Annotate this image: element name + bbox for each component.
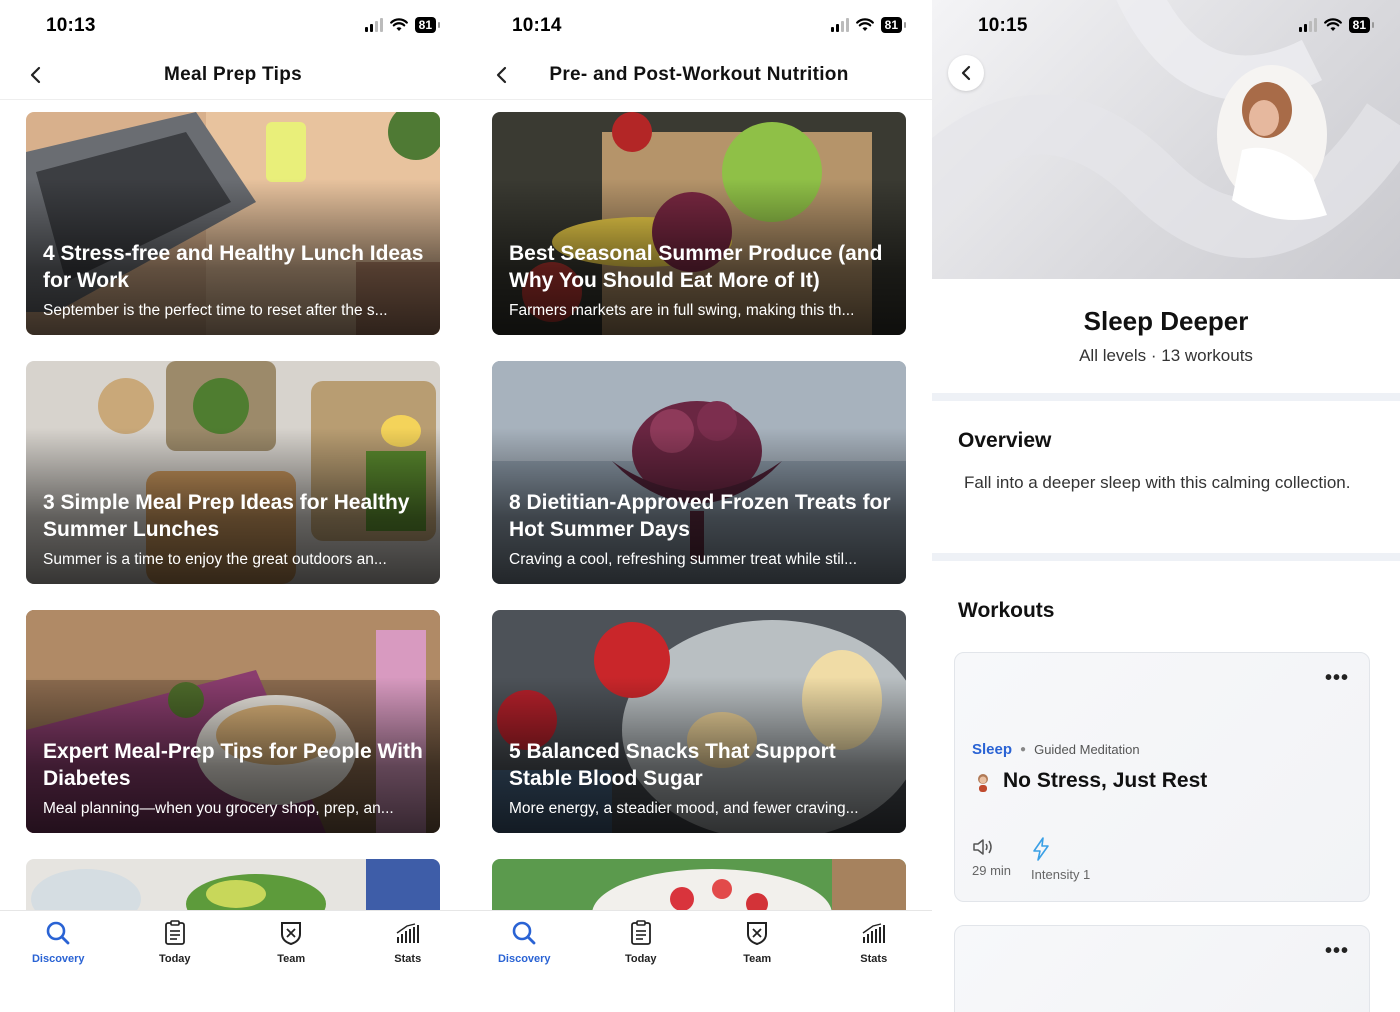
battery-icon: 81	[1348, 17, 1375, 33]
shield-icon	[743, 919, 771, 947]
lightning-bolt-icon	[1033, 837, 1049, 861]
more-options-button[interactable]: •••	[1325, 668, 1349, 688]
workout-category: Sleep	[972, 741, 1013, 758]
tab-label: Team	[743, 953, 772, 965]
tab-label: Discovery	[497, 953, 551, 965]
article-feed: 4 Stress-free and Healthy Lunch Ideas fo…	[26, 112, 440, 945]
tab-label: Today	[158, 953, 191, 965]
sleep-program-screen: 10:15 81 Sleep Deeper All levels · 13 wo…	[932, 0, 1400, 1012]
article-card[interactable]: 8 Dietitian-Approved Frozen Treats for H…	[492, 361, 906, 584]
article-card[interactable]: Best Seasonal Summer Produce (and Why Yo…	[492, 112, 906, 335]
page-title: Meal Prep Tips	[164, 64, 302, 85]
workout-duration: 29 min	[972, 863, 1012, 878]
tab-today[interactable]: Today	[117, 911, 234, 1012]
status-bar: 10:14 81	[466, 0, 932, 52]
cellular-signal-icon	[364, 18, 383, 32]
more-options-button[interactable]: •••	[1325, 941, 1349, 961]
article-title: 8 Dietitian-Approved Frozen Treats for H…	[509, 491, 891, 541]
stats-icon	[860, 919, 888, 947]
tab-discovery[interactable]: Discovery	[466, 911, 583, 1012]
article-title: 4 Stress-free and Healthy Lunch Ideas fo…	[43, 242, 424, 292]
status-time: 10:14	[512, 15, 562, 36]
tab-label: Stats	[860, 953, 888, 965]
shield-icon	[277, 919, 305, 947]
article-title: Expert Meal-Prep Tips for People With Di…	[43, 740, 423, 790]
program-title: Sleep Deeper	[1083, 306, 1249, 336]
tab-label: Stats	[394, 953, 422, 965]
workout-nutrition-screen: 10:14 81 Pre- and Post-Workout Nutrition	[466, 0, 932, 1012]
tab-bar: Discovery Today Team Stats	[0, 910, 466, 1012]
wifi-icon	[389, 18, 408, 31]
back-button[interactable]	[948, 55, 984, 91]
article-card[interactable]: Expert Meal-Prep Tips for People With Di…	[26, 610, 440, 833]
article-desc: Craving a cool, refreshing summer treat …	[509, 551, 858, 568]
battery-icon: 81	[880, 17, 907, 33]
stats-icon	[394, 919, 422, 947]
cellular-signal-icon	[1298, 18, 1317, 32]
tab-team[interactable]: Team	[233, 911, 350, 1012]
article-desc: September is the perfect time to reset a…	[43, 302, 388, 319]
speaker-icon	[973, 839, 992, 855]
search-icon	[44, 919, 72, 947]
status-bar: 10:13 81	[0, 0, 466, 52]
instructor-avatar	[978, 774, 988, 792]
page-title: Pre- and Post-Workout Nutrition	[549, 64, 849, 85]
status-time: 10:13	[46, 15, 96, 36]
workout-card[interactable]: ••• Sleep ● Guided Meditation No Stress,…	[954, 652, 1370, 902]
overview-text: Fall into a deeper sleep with this calmi…	[964, 473, 1351, 492]
duration-stat: 29 min	[972, 837, 1011, 882]
wifi-icon	[855, 18, 874, 31]
tab-today[interactable]: Today	[583, 911, 700, 1012]
overview-heading: Overview	[958, 429, 1052, 452]
nav-bar: Meal Prep Tips	[0, 52, 466, 100]
tab-stats[interactable]: Stats	[816, 911, 933, 1012]
search-icon	[510, 919, 538, 947]
chevron-left-icon	[961, 65, 971, 81]
article-desc: Farmers markets are in full swing, makin…	[509, 302, 855, 319]
tab-stats[interactable]: Stats	[350, 911, 467, 1012]
tab-team[interactable]: Team	[699, 911, 816, 1012]
tab-label: Today	[624, 953, 657, 965]
tab-discovery[interactable]: Discovery	[0, 911, 117, 1012]
article-card[interactable]: 4 Stress-free and Healthy Lunch Ideas fo…	[26, 112, 440, 335]
workouts-heading: Workouts	[958, 599, 1055, 622]
nav-bar: Pre- and Post-Workout Nutrition	[466, 52, 932, 100]
workout-card[interactable]: •••	[954, 925, 1370, 1012]
battery-icon: 81	[414, 17, 441, 33]
tab-label: Discovery	[31, 953, 85, 965]
article-title: Best Seasonal Summer Produce (and Why Yo…	[509, 242, 883, 292]
article-title: 3 Simple Meal Prep Ideas for Healthy Sum…	[43, 491, 410, 541]
wifi-icon	[1323, 18, 1342, 31]
section-divider	[932, 393, 1400, 401]
tab-bar: Discovery Today Team Stats	[466, 910, 932, 1012]
article-desc: More energy, a steadier mood, and fewer …	[509, 800, 859, 817]
status-time: 10:15	[978, 15, 1028, 36]
workout-name: No Stress, Just Rest	[1003, 769, 1208, 792]
cellular-signal-icon	[830, 18, 849, 32]
article-feed: Best Seasonal Summer Produce (and Why Yo…	[492, 112, 906, 945]
clipboard-icon	[627, 919, 655, 947]
meal-prep-screen: 10:13 81 Meal Prep Tips 4 Stress-free an…	[0, 0, 466, 1012]
status-bar: 10:15 81	[932, 0, 1400, 52]
article-card[interactable]: 3 Simple Meal Prep Ideas for Healthy Sum…	[26, 361, 440, 584]
article-desc: Meal planning—when you grocery shop, pre…	[43, 800, 394, 817]
clipboard-icon	[161, 919, 189, 947]
workout-intensity: Intensity 1	[1031, 867, 1091, 882]
program-subtitle: All levels · 13 workouts	[1079, 346, 1253, 365]
tab-label: Team	[277, 953, 306, 965]
section-divider	[932, 553, 1400, 561]
article-title: 5 Balanced Snacks That Support Stable Bl…	[509, 740, 836, 790]
article-desc: Summer is a time to enjoy the great outd…	[43, 551, 387, 568]
article-card[interactable]: 5 Balanced Snacks That Support Stable Bl…	[492, 610, 906, 833]
intensity-stat: Intensity 1	[1031, 837, 1090, 882]
separator-dot: ●	[1020, 744, 1027, 755]
workout-type: Guided Meditation	[1034, 742, 1140, 757]
